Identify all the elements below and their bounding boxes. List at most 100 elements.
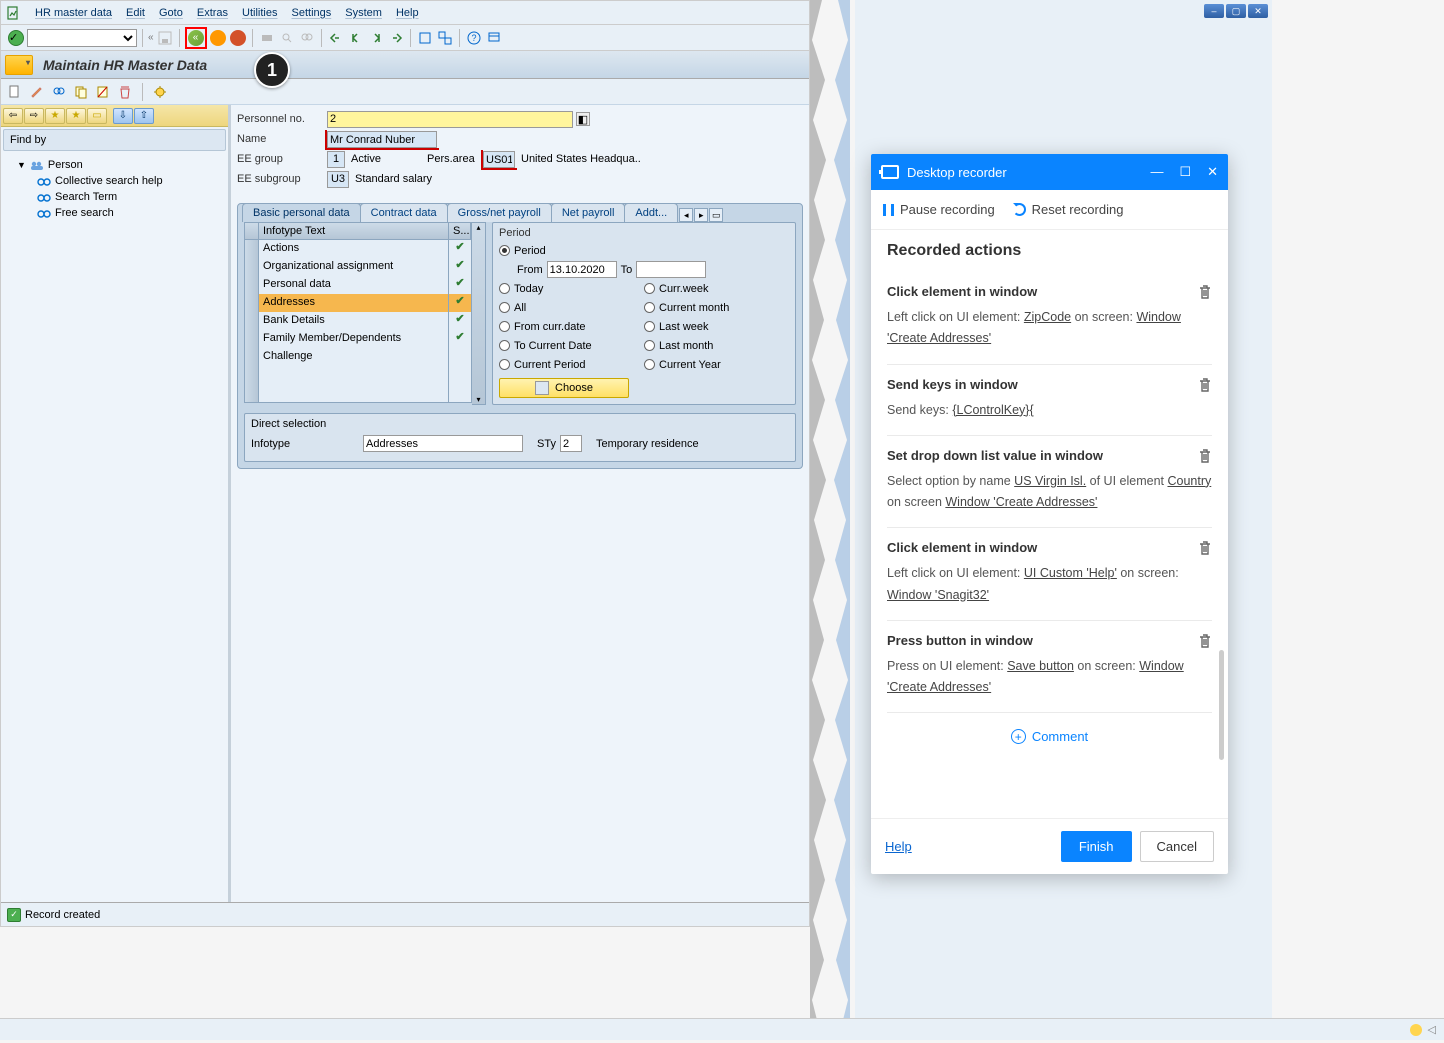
sty-input[interactable] (560, 435, 582, 452)
tab-basic-personal-data[interactable]: Basic personal data (242, 203, 361, 222)
to-input[interactable] (636, 261, 706, 278)
nav-fwd-icon[interactable]: ⇨ (24, 108, 44, 124)
delete-action-icon[interactable] (1198, 540, 1212, 556)
col-infotype-text[interactable]: Infotype Text (259, 223, 449, 239)
reset-recording-button[interactable]: Reset recording (1013, 202, 1124, 217)
menu-goto[interactable]: Goto (159, 7, 183, 19)
tree-root-person[interactable]: ▼ Person (5, 157, 224, 173)
layout-icon[interactable] (485, 29, 503, 47)
nav-collapse-icon[interactable]: ⇧ (134, 108, 154, 124)
infotype-row[interactable]: Family Member/Dependents✔ (245, 330, 471, 348)
delete-icon[interactable] (117, 84, 133, 100)
recorder-minimize-icon[interactable]: ― (1150, 164, 1163, 180)
tab-list-icon[interactable]: ▭ (709, 208, 723, 222)
radio-option[interactable] (499, 302, 510, 313)
action-card[interactable]: Press button in window Press on UI eleme… (887, 621, 1212, 714)
radio-period[interactable] (499, 245, 510, 256)
infotype-row[interactable] (245, 384, 471, 402)
last-page-icon[interactable] (387, 29, 405, 47)
tab-scroll-right-icon[interactable]: ▸ (694, 208, 708, 222)
menu-settings[interactable]: Settings (292, 7, 332, 19)
first-page-icon[interactable] (327, 29, 345, 47)
action-card[interactable]: Set drop down list value in window Selec… (887, 436, 1212, 529)
new-session-icon[interactable] (416, 29, 434, 47)
menu-extras[interactable]: Extras (197, 7, 228, 19)
infotype-input[interactable] (363, 435, 523, 452)
delete-action-icon[interactable] (1198, 284, 1212, 300)
tree-child-0[interactable]: Collective search help (5, 173, 224, 189)
title-dropdown-icon[interactable] (5, 55, 33, 75)
radio-option[interactable] (644, 340, 655, 351)
action-card[interactable]: Click element in window Left click on UI… (887, 528, 1212, 621)
infotype-row[interactable]: Challenge (245, 348, 471, 366)
nav-back-icon[interactable]: ⇦ (3, 108, 23, 124)
tab-gross-net-payroll[interactable]: Gross/net payroll (447, 203, 552, 222)
col-status[interactable]: S... (449, 223, 471, 239)
tab-additional[interactable]: Addt... (624, 203, 678, 222)
close-button[interactable]: ✕ (1248, 4, 1268, 18)
infotype-row[interactable]: Personal data✔ (245, 276, 471, 294)
radio-option[interactable] (644, 302, 655, 313)
menu-edit[interactable]: Edit (126, 7, 145, 19)
delete-action-icon[interactable] (1198, 377, 1212, 393)
tree-child-1[interactable]: Search Term (5, 189, 224, 205)
delete-action-icon[interactable] (1198, 448, 1212, 464)
radio-option[interactable] (499, 283, 510, 294)
next-page-icon[interactable] (367, 29, 385, 47)
save-icon[interactable] (156, 29, 174, 47)
radio-option[interactable] (499, 340, 510, 351)
overview-icon[interactable] (152, 84, 168, 100)
menu-utilities[interactable]: Utilities (242, 7, 277, 19)
radio-option[interactable] (644, 321, 655, 332)
radio-option[interactable] (644, 359, 655, 370)
tab-scroll-left-icon[interactable]: ◂ (679, 208, 693, 222)
menu-help[interactable]: Help (396, 7, 419, 19)
personnel-no-input[interactable] (327, 111, 573, 128)
infotype-row[interactable] (245, 366, 471, 384)
tab-net-payroll[interactable]: Net payroll (551, 203, 626, 222)
cancel-button[interactable]: Cancel (1140, 831, 1214, 862)
recorder-scrollbar[interactable] (1219, 650, 1224, 760)
maximize-button[interactable]: ▢ (1226, 4, 1246, 18)
recorder-close-icon[interactable]: ✕ (1207, 164, 1218, 180)
pause-recording-button[interactable]: Pause recording (883, 202, 995, 217)
prev-page-icon[interactable] (347, 29, 365, 47)
action-card[interactable]: Send keys in window Send keys: {LControl… (887, 365, 1212, 436)
nav-star2-icon[interactable]: ★ (66, 108, 86, 124)
cancel-icon[interactable] (229, 29, 247, 47)
infotype-row[interactable]: Organizational assignment✔ (245, 258, 471, 276)
table-scrollbar[interactable]: ▴▾ (472, 222, 486, 405)
recorder-maximize-icon[interactable]: ☐ (1179, 164, 1191, 180)
back-button-highlighted[interactable]: « (185, 27, 207, 49)
nav-folder-icon[interactable]: ▭ (87, 108, 107, 124)
infotype-row[interactable]: Bank Details✔ (245, 312, 471, 330)
generate-shortcut-icon[interactable] (436, 29, 454, 47)
nav-expand-icon[interactable]: ⇩ (113, 108, 133, 124)
help-icon[interactable]: ? (465, 29, 483, 47)
radio-option[interactable] (499, 359, 510, 370)
tab-contract-data[interactable]: Contract data (360, 203, 448, 222)
infotype-row[interactable]: Addresses✔ (245, 294, 471, 312)
choose-button[interactable]: Choose (499, 378, 629, 398)
radio-option[interactable] (499, 321, 510, 332)
infotype-row[interactable]: Actions✔ (245, 240, 471, 258)
search-help-icon[interactable]: ◧ (576, 112, 590, 126)
enter-icon[interactable]: ✓ (7, 29, 25, 47)
delimit-icon[interactable] (95, 84, 111, 100)
finish-button[interactable]: Finish (1061, 831, 1132, 862)
nav-star-icon[interactable]: ★ (45, 108, 65, 124)
help-link[interactable]: Help (885, 839, 912, 854)
from-input[interactable] (547, 261, 617, 278)
menu-system[interactable]: System (345, 7, 382, 19)
new-icon[interactable] (7, 84, 23, 100)
radio-option[interactable] (644, 283, 655, 294)
exit-icon[interactable] (209, 29, 227, 47)
copy-icon[interactable] (73, 84, 89, 100)
edit-icon[interactable] (29, 84, 45, 100)
action-card[interactable]: Click element in window Left click on UI… (887, 272, 1212, 365)
delete-action-icon[interactable] (1198, 633, 1212, 649)
command-field[interactable] (27, 29, 137, 47)
minimize-button[interactable]: – (1204, 4, 1224, 18)
tree-child-2[interactable]: Free search (5, 205, 224, 221)
display-icon[interactable] (51, 84, 67, 100)
